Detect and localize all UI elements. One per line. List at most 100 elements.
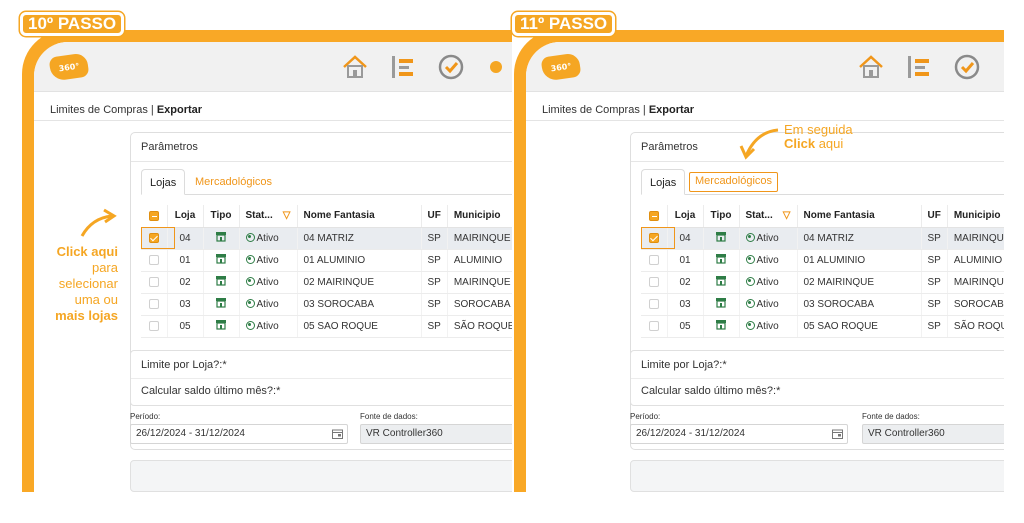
row-checkbox[interactable] (641, 227, 668, 250)
row-checkbox[interactable] (141, 249, 168, 272)
status-active-icon (745, 232, 755, 242)
calendar-icon[interactable] (332, 429, 343, 439)
status-active-icon (245, 298, 255, 308)
status-active-icon (745, 320, 755, 330)
row-checkbox[interactable] (641, 249, 668, 272)
app-logo[interactable]: 360° (540, 52, 582, 82)
calcular-saldo-label[interactable]: Calcular saldo último mês?:* (141, 385, 280, 397)
col-municipio[interactable]: Municipio (947, 205, 1004, 228)
divider (631, 378, 1004, 379)
home-icon[interactable] (340, 52, 370, 82)
options-panel: Limite por Loja?:* Calcular saldo último… (630, 350, 1004, 406)
breadcrumb-current: Exportar (648, 104, 695, 116)
store-icon (216, 298, 226, 308)
stores-table: Loja Tipo Stat... ▽ Nome Fantasia UF Muni… (141, 205, 512, 338)
table-row[interactable]: 03 Ativo 03 SOROCABA SP SOROCABA (641, 293, 1004, 316)
checkbox-icon (148, 276, 159, 287)
status-text: Ativo (256, 254, 279, 266)
filter-icon[interactable]: ▽ (283, 210, 291, 221)
list-icon[interactable] (388, 52, 418, 82)
status-text: Ativo (756, 276, 779, 288)
cell-nome: 05 SAO ROQUE (797, 315, 922, 338)
tab-lojas[interactable]: Lojas (641, 169, 686, 195)
breadcrumb-item[interactable]: Limites de Compras (50, 104, 148, 116)
cell-status: Ativo (239, 227, 298, 250)
col-tipo[interactable]: Tipo (703, 205, 740, 228)
clock-icon[interactable] (436, 52, 466, 82)
cell-municipio: SOROCABA (447, 293, 512, 316)
col-uf[interactable]: UF (921, 205, 948, 228)
status-active-icon (245, 232, 255, 242)
annotation-line: para (91, 260, 118, 275)
tab-mercadologicos[interactable]: Mercadológicos (187, 169, 280, 195)
tabs-underline (641, 194, 1004, 195)
col-status[interactable]: Stat... ▽ (239, 205, 298, 228)
breadcrumb-item[interactable]: Limites de Compras (542, 104, 640, 116)
cell-uf: SP (921, 227, 948, 250)
checkbox-icon (148, 298, 159, 309)
cell-status: Ativo (739, 249, 798, 272)
col-nome[interactable]: Nome Fantasia (297, 205, 422, 228)
calcular-saldo-label[interactable]: Calcular saldo último mês?:* (641, 385, 780, 397)
filter-icon[interactable]: ▽ (783, 210, 791, 221)
table-row[interactable]: 05 Ativo 05 SAO ROQUE SP SÃO ROQUE (641, 315, 1004, 338)
periodo-field[interactable]: 26/12/2024 - 31/12/2024 (630, 424, 848, 444)
table-row[interactable]: 03 Ativo 03 SOROCABA SP SOROCABA (141, 293, 512, 316)
status-active-icon (245, 320, 255, 330)
row-checkbox[interactable] (641, 271, 668, 294)
periodo-value: 26/12/2024 - 31/12/2024 (636, 428, 745, 439)
table-row[interactable]: 04 Ativo 04 MATRIZ SP MAIRINQUE (141, 227, 512, 250)
cell-nome: 02 MAIRINQUE (297, 271, 422, 294)
status-text: Ativo (756, 254, 779, 266)
store-icon (216, 232, 226, 242)
row-checkbox[interactable] (141, 227, 168, 250)
col-nome[interactable]: Nome Fantasia (797, 205, 922, 228)
cell-status: Ativo (739, 271, 798, 294)
tab-lojas[interactable]: Lojas (141, 169, 186, 195)
row-checkbox[interactable] (141, 271, 168, 294)
table-row[interactable]: 01 Ativo 01 ALUMINIO SP ALUMINIO (141, 249, 512, 272)
table-row[interactable]: 04 Ativo 04 MATRIZ SP MAIRINQUE (641, 227, 1004, 250)
breadcrumb-separator: | (639, 104, 649, 116)
store-icon (716, 298, 726, 308)
col-status[interactable]: Stat... ▽ (739, 205, 798, 228)
table-row[interactable]: 02 Ativo 02 MAIRINQUE SP MAIRINQUE (141, 271, 512, 294)
cell-uf: SP (921, 271, 948, 294)
limite-por-loja-label[interactable]: Limite por Loja?:* (641, 359, 727, 371)
col-status-label: Stat... (745, 210, 773, 222)
table-row[interactable]: 01 Ativo 01 ALUMINIO SP ALUMINIO (641, 249, 1004, 272)
row-checkbox[interactable] (141, 293, 168, 316)
tab-mercadologicos[interactable]: Mercadológicos (689, 172, 779, 192)
col-uf[interactable]: UF (421, 205, 448, 228)
step-badge: 10º PASSO (20, 12, 125, 36)
col-loja[interactable]: Loja (167, 205, 204, 228)
list-icon[interactable] (904, 52, 934, 82)
cell-uf: SP (421, 227, 448, 250)
table-row[interactable]: 02 Ativo 02 MAIRINQUE SP MAIRINQUE (641, 271, 1004, 294)
row-checkbox[interactable] (641, 293, 668, 316)
periodo-field[interactable]: 26/12/2024 - 31/12/2024 (130, 424, 348, 444)
annotation-line: uma ou (74, 292, 118, 307)
clock-icon[interactable] (952, 52, 982, 82)
table-row[interactable]: 05 Ativo 05 SAO ROQUE SP SÃO ROQUE (141, 315, 512, 338)
partial-icon[interactable] (484, 52, 512, 82)
row-checkbox[interactable] (641, 315, 668, 338)
select-all-checkbox[interactable] (641, 205, 668, 228)
select-all-checkbox[interactable] (141, 205, 168, 228)
status-text: Ativo (756, 320, 779, 332)
home-icon[interactable] (856, 52, 886, 82)
cell-loja: 05 (167, 315, 204, 338)
col-tipo[interactable]: Tipo (203, 205, 240, 228)
limite-por-loja-label[interactable]: Limite por Loja?:* (141, 359, 227, 371)
cell-uf: SP (921, 315, 948, 338)
col-loja[interactable]: Loja (667, 205, 704, 228)
breadcrumb: Limites de Compras | Exportar (50, 104, 202, 116)
cell-status: Ativo (739, 315, 798, 338)
logo-text: 360° (58, 61, 80, 73)
app-logo[interactable]: 360° (48, 52, 90, 82)
col-municipio[interactable]: Municipio (447, 205, 512, 228)
calendar-icon[interactable] (832, 429, 843, 439)
cell-tipo (203, 271, 240, 294)
row-checkbox[interactable] (141, 315, 168, 338)
app-header: 360° (34, 42, 512, 92)
